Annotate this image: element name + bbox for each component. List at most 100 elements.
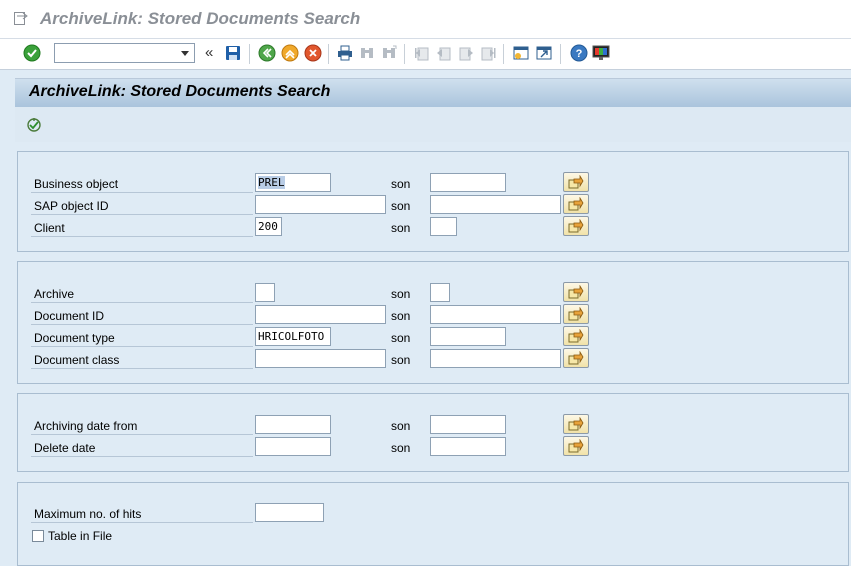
multiple-selection-button[interactable] xyxy=(563,216,589,236)
next-page-icon[interactable] xyxy=(457,44,475,62)
multiple-selection-icon xyxy=(568,175,584,189)
multiple-selection-button[interactable] xyxy=(563,326,589,346)
multiple-selection-button[interactable] xyxy=(563,304,589,324)
find-icon[interactable] xyxy=(358,44,376,62)
screen-header: ArchiveLink: Stored Documents Search xyxy=(15,78,851,142)
help-icon[interactable]: ? xyxy=(570,44,588,62)
toolbar-separator xyxy=(503,44,504,64)
document-id-from-input[interactable] xyxy=(255,305,386,324)
first-page-icon[interactable] xyxy=(413,44,431,62)
to-label: son xyxy=(391,287,411,301)
to-label: son xyxy=(391,441,411,455)
multiple-selection-icon xyxy=(568,417,584,431)
label-underline xyxy=(31,522,253,523)
selection-group-options xyxy=(17,482,849,566)
multiple-selection-button[interactable] xyxy=(563,194,589,214)
enter-icon[interactable] xyxy=(23,44,41,62)
multiple-selection-icon xyxy=(568,351,584,365)
field-label-sap-object-id: SAP object ID xyxy=(34,199,109,213)
business-object-to-input[interactable] xyxy=(430,173,506,192)
exit-icon[interactable] xyxy=(281,44,299,62)
customize-layout-icon[interactable] xyxy=(592,44,610,62)
label-underline xyxy=(31,192,253,193)
to-label: son xyxy=(391,309,411,323)
document-id-to-input[interactable] xyxy=(430,305,561,324)
label-underline xyxy=(31,368,253,369)
multiple-selection-button[interactable] xyxy=(563,282,589,302)
multiple-selection-icon xyxy=(568,329,584,343)
to-label: son xyxy=(391,331,411,345)
table-in-file-checkbox[interactable] xyxy=(32,530,44,542)
sap-object-id-from-input[interactable] xyxy=(255,195,386,214)
field-label-document-class: Document class xyxy=(34,353,120,367)
field-label-delete-date: Delete date xyxy=(34,441,96,455)
archiving-date-to-input[interactable] xyxy=(430,415,506,434)
multiple-selection-button[interactable] xyxy=(563,414,589,434)
to-label: son xyxy=(391,353,411,367)
business-object-from-value: PREL xyxy=(258,176,285,189)
back-icon[interactable] xyxy=(258,44,276,62)
multiple-selection-button[interactable] xyxy=(563,348,589,368)
to-label: son xyxy=(391,177,411,191)
to-label: son xyxy=(391,199,411,213)
label-underline xyxy=(31,302,253,303)
save-icon[interactable] xyxy=(224,44,242,62)
label-underline xyxy=(31,456,253,457)
toolbar-separator xyxy=(328,44,329,64)
label-underline xyxy=(31,346,253,347)
document-class-to-input[interactable] xyxy=(430,349,561,368)
find-next-icon[interactable] xyxy=(380,44,398,62)
delete-date-to-input[interactable] xyxy=(430,437,506,456)
cancel-icon[interactable] xyxy=(304,44,322,62)
label-underline xyxy=(31,434,253,435)
to-label: son xyxy=(391,221,411,235)
multiple-selection-icon xyxy=(568,307,584,321)
multiple-selection-button[interactable] xyxy=(563,436,589,456)
multiple-selection-icon xyxy=(568,197,584,211)
command-field[interactable] xyxy=(54,43,195,63)
to-label: son xyxy=(391,419,411,433)
label-underline xyxy=(31,214,253,215)
last-page-icon[interactable] xyxy=(479,44,497,62)
field-label-document-type: Document type xyxy=(34,331,115,345)
menu-icon[interactable] xyxy=(14,12,28,25)
field-label-client: Client xyxy=(34,221,65,235)
create-session-icon[interactable] xyxy=(512,44,530,62)
multiple-selection-icon xyxy=(568,439,584,453)
sap-object-id-to-input[interactable] xyxy=(430,195,561,214)
toolbar-separator xyxy=(560,44,561,64)
document-type-to-input[interactable] xyxy=(430,327,506,346)
label-underline xyxy=(31,236,253,237)
business-object-from-input[interactable]: PREL xyxy=(255,173,331,192)
archiving-date-from-input[interactable] xyxy=(255,415,331,434)
shortcut-icon[interactable] xyxy=(535,44,553,62)
client-to-input[interactable] xyxy=(430,217,457,236)
client-from-input[interactable]: 200 xyxy=(255,217,282,236)
document-class-from-input[interactable] xyxy=(255,349,386,368)
chevron-down-icon[interactable] xyxy=(181,51,189,56)
svg-text:?: ? xyxy=(576,48,583,60)
delete-date-from-input[interactable] xyxy=(255,437,331,456)
multiple-selection-icon xyxy=(568,285,584,299)
title-bar: ArchiveLink: Stored Documents Search xyxy=(0,0,851,39)
toolbar-separator xyxy=(404,44,405,64)
back-nav-icon[interactable]: « xyxy=(205,44,213,61)
execute-icon[interactable] xyxy=(26,117,42,133)
screen-title-bar: ArchiveLink: Stored Documents Search xyxy=(15,79,851,107)
print-icon[interactable] xyxy=(336,44,354,62)
archive-from-input[interactable] xyxy=(255,283,275,302)
multiple-selection-button[interactable] xyxy=(563,172,589,192)
field-label-archiving-date: Archiving date from xyxy=(34,419,138,433)
label-underline xyxy=(31,324,253,325)
system-toolbar: « ? xyxy=(0,39,851,70)
field-label-max-hits: Maximum no. of hits xyxy=(34,507,142,521)
max-hits-input[interactable] xyxy=(255,503,324,522)
table-in-file-label: Table in File xyxy=(48,529,113,543)
field-label-document-id: Document ID xyxy=(34,309,105,323)
archive-to-input[interactable] xyxy=(430,283,450,302)
toolbar-separator xyxy=(249,44,250,64)
previous-page-icon[interactable] xyxy=(435,44,453,62)
field-label-archive: Archive xyxy=(34,287,75,301)
screen-title: ArchiveLink: Stored Documents Search xyxy=(29,83,331,100)
document-type-from-input[interactable]: HRICOLFOTO xyxy=(255,327,331,346)
